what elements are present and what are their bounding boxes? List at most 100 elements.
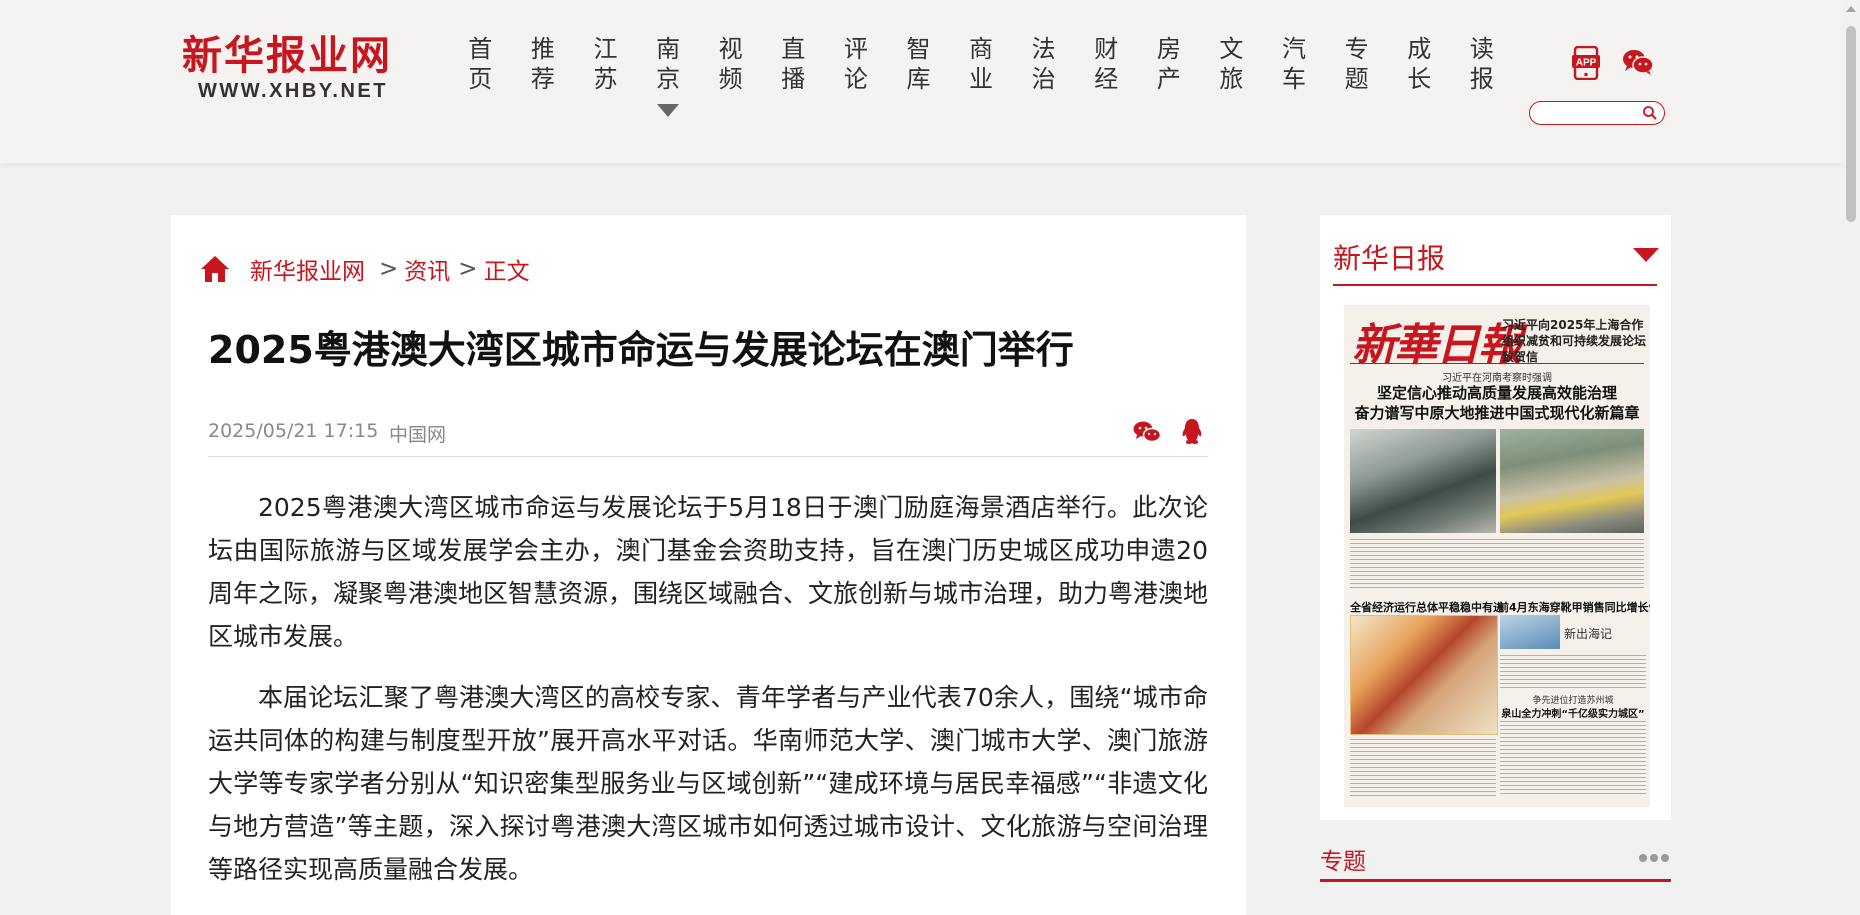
share-qq-icon[interactable]	[1180, 418, 1204, 446]
nav-label-bottom: 业	[969, 65, 994, 93]
paper-kicker: 习近平在河南考察时强调	[1442, 373, 1552, 384]
nav-item-nanjing[interactable]: 南京	[637, 34, 700, 117]
app-icon-label: APP	[1576, 58, 1597, 69]
divider	[1333, 284, 1657, 286]
nav-item-jiangsu[interactable]: 江苏	[574, 34, 637, 104]
paper-label: 新出海记	[1564, 627, 1613, 641]
nav-item-growth[interactable]: 成长	[1388, 34, 1451, 104]
paper-sub-headline: 前4月东海穿靴甲销售同比增长91%	[1498, 601, 1650, 614]
search-icon[interactable]	[1642, 105, 1658, 121]
article-date: 2025/05/21 17:15	[208, 420, 379, 442]
nav-item-live[interactable]: 直播	[762, 34, 825, 104]
scrollbar-thumb[interactable]	[1846, 26, 1856, 222]
logo-chinese: 新华报业网	[182, 32, 392, 79]
paper-text-block	[1350, 739, 1496, 797]
article-body: 2025粤港澳大湾区城市命运与发展论坛于5月18日于澳门励庭海景酒店举行。此次论…	[208, 486, 1208, 909]
newspaper-card: 新华日报 新華日報 习近平向2025年上海合作组织减贫和可持续发展论坛致贺信 习…	[1320, 215, 1671, 820]
nav-label-top: 读	[1469, 35, 1494, 63]
paper-photo	[1500, 615, 1560, 649]
wechat-icon[interactable]	[1622, 48, 1654, 76]
nav-label-bottom: 报	[1469, 65, 1494, 93]
more-icon[interactable]	[1639, 854, 1669, 862]
nav-item-topics[interactable]: 专题	[1325, 34, 1388, 104]
share-wechat-icon[interactable]	[1133, 420, 1161, 444]
nav-dropdown-caret-icon[interactable]	[657, 104, 680, 117]
nav-label-bottom: 产	[1156, 65, 1181, 93]
paper-main-headline: 坚定信心推动高质量发展高效能治理 奋力谱写中原大地推进中国式现代化新篇章	[1348, 383, 1646, 423]
nav-item-auto[interactable]: 汽车	[1263, 34, 1326, 104]
breadcrumb-section-link[interactable]: 资讯	[404, 252, 450, 286]
nav-label-bottom: 论	[843, 65, 868, 93]
nav-label-top: 成	[1407, 35, 1432, 63]
article-panel: 新华报业网 > 资讯 > 正文 2025粤港澳大湾区城市命运与发展论坛在澳门举行…	[171, 215, 1246, 915]
paper-main-line: 坚定信心推动高质量发展高效能治理	[1376, 384, 1617, 402]
nav-label-bottom: 经	[1094, 65, 1119, 93]
nav-label-top: 汽	[1282, 35, 1307, 63]
nav-item-realestate[interactable]: 房产	[1138, 34, 1201, 104]
paper-photo	[1500, 429, 1644, 533]
divider	[1320, 879, 1671, 882]
nav-label-top: 房	[1156, 35, 1181, 63]
breadcrumb-separator: >	[458, 256, 478, 282]
nav-item-video[interactable]: 视频	[699, 34, 762, 104]
breadcrumb-current: 正文	[483, 259, 530, 285]
search-box	[1529, 101, 1665, 125]
paper-photo	[1350, 429, 1496, 533]
scroll-up-icon[interactable]	[1846, 6, 1856, 12]
nav-label-bottom: 治	[1031, 65, 1056, 93]
paper-text-block	[1500, 721, 1646, 797]
nav-item-law[interactable]: 法治	[1012, 34, 1075, 104]
page-scrollbar[interactable]	[1842, 0, 1860, 885]
paper-headline-top: 习近平向2025年上海合作组织减贫和可持续发展论坛致贺信	[1502, 318, 1647, 364]
nav-item-thinktank[interactable]: 智库	[887, 34, 950, 104]
nav-label-top: 推	[530, 35, 555, 63]
nav-item-read-paper[interactable]: 读报	[1451, 34, 1514, 104]
nav-item-business[interactable]: 商业	[950, 34, 1013, 104]
main-nav: 首页 推荐 江苏 南京 视频 直播 评论 智库 商业 法治 财经 房产 文旅 汽…	[449, 34, 1514, 117]
nav-label-top: 财	[1094, 35, 1119, 63]
search-input[interactable]	[1540, 104, 1636, 122]
nav-label-bottom: 京	[656, 65, 681, 93]
nav-label-top: 商	[969, 35, 994, 63]
article-source: 中国网	[389, 424, 447, 446]
nav-label-bottom: 长	[1407, 65, 1432, 93]
paper-text-block	[1350, 539, 1644, 589]
nav-label-bottom: 车	[1282, 65, 1307, 93]
nav-label-bottom: 荐	[530, 65, 555, 93]
divider	[1350, 363, 1644, 364]
logo-url: WWW.XHBY.NET	[198, 80, 388, 102]
paper-sub-headline: 全省经济运行总体平稳稳中有进	[1350, 601, 1504, 614]
nav-label-bottom: 旅	[1219, 65, 1244, 93]
nav-label-top: 直	[781, 35, 806, 63]
newspaper-front-page[interactable]: 新華日報 习近平向2025年上海合作组织减贫和可持续发展论坛致贺信 习近平在河南…	[1344, 305, 1650, 807]
nav-label-top: 南	[656, 35, 681, 63]
nav-label-top: 文	[1219, 35, 1244, 63]
nav-label-top: 专	[1344, 35, 1369, 63]
nav-item-commentary[interactable]: 评论	[825, 34, 888, 104]
article-paragraph: 本届论坛汇聚了粤港澳大湾区的高校专家、青年学者与产业代表70余人，围绕“城市命运…	[208, 683, 1208, 884]
nav-label-top: 评	[843, 35, 868, 63]
nav-label-bottom: 库	[906, 65, 931, 93]
nav-label-bottom: 苏	[593, 65, 618, 93]
nav-label-bottom: 播	[781, 65, 806, 93]
nav-item-home[interactable]: 首页	[449, 34, 512, 104]
nav-label-top: 江	[593, 35, 618, 63]
site-header: 新华报业网 WWW.XHBY.NET 首页 推荐 江苏 南京 视频 直播 评论 …	[0, 0, 1842, 163]
topics-section: 专题	[1320, 836, 1671, 896]
breadcrumb: 新华报业网 > 资讯 > 正文	[199, 251, 530, 287]
nav-item-finance[interactable]: 财经	[1075, 34, 1138, 104]
topics-title[interactable]: 专题	[1320, 842, 1366, 876]
article-paragraph: 2025粤港澳大湾区城市命运与发展论坛于5月18日于澳门励庭海景酒店举行。此次论…	[208, 493, 1209, 651]
breadcrumb-home-link[interactable]: 新华报业网	[250, 252, 365, 286]
article-title: 2025粤港澳大湾区城市命运与发展论坛在澳门举行	[208, 328, 1074, 372]
nav-label-top: 首	[468, 35, 493, 63]
paper-text-block	[1500, 655, 1646, 689]
nav-label-top: 智	[906, 35, 931, 63]
chevron-down-icon[interactable]	[1633, 248, 1659, 262]
home-icon[interactable]	[199, 253, 231, 285]
nav-item-culture-travel[interactable]: 文旅	[1200, 34, 1263, 104]
nav-item-recommend[interactable]: 推荐	[512, 34, 575, 104]
newspaper-title[interactable]: 新华日报	[1333, 237, 1445, 277]
app-download-icon[interactable]: APP	[1572, 46, 1600, 80]
site-logo[interactable]: 新华报业网 WWW.XHBY.NET	[182, 34, 402, 104]
